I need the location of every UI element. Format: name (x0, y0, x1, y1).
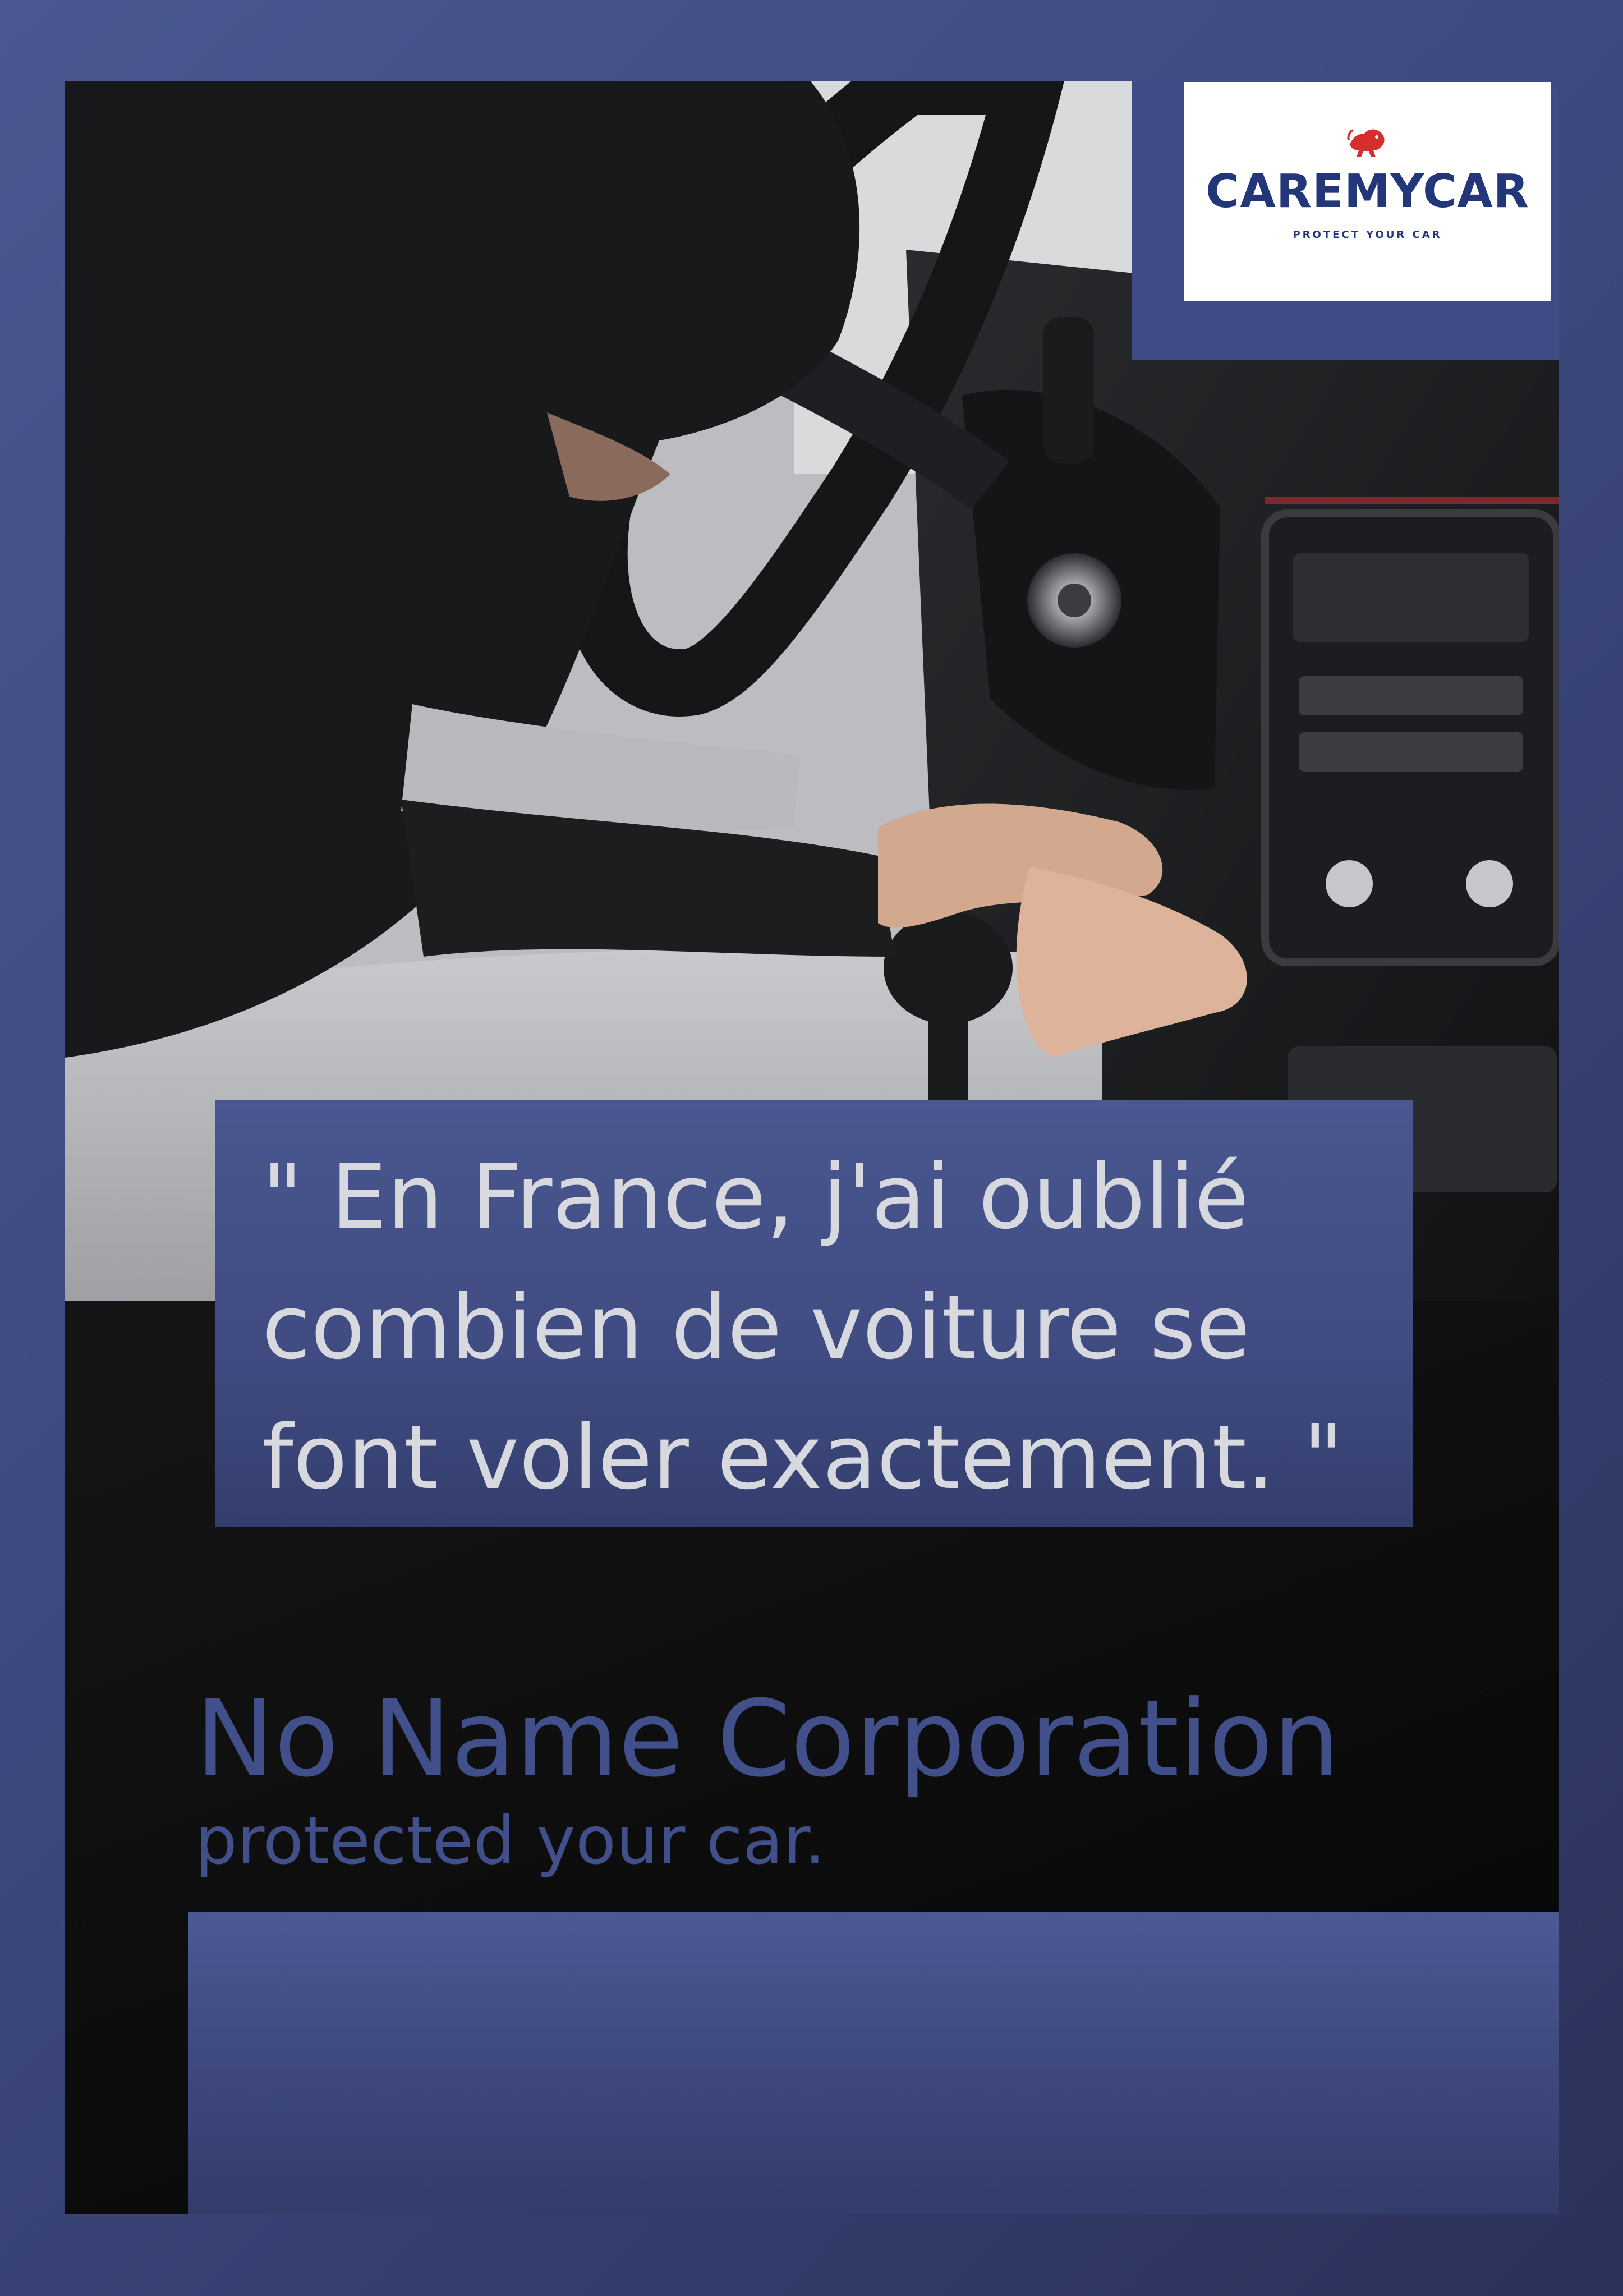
bottom-panel (188, 1912, 1559, 2214)
poster-frame: " En France, j'ai oublié combien de voit… (65, 81, 1559, 2214)
quote-line-3: font voler exactement. " (262, 1406, 1344, 1509)
caremycar-logo: CAREMYCAR PROTECT YOUR CAR (1184, 82, 1551, 301)
quote-box: " En France, j'ai oublié combien de voit… (215, 1100, 1413, 1527)
company-tagline: protected your car. (195, 1802, 826, 1879)
logo-wordmark: CAREMYCAR (1206, 165, 1529, 218)
quote-line-1: " En France, j'ai oublié (262, 1146, 1249, 1249)
logo-tagline: PROTECT YOUR CAR (1293, 229, 1442, 241)
quote-line-2: combien de voiture se (262, 1276, 1250, 1379)
quote-text: " En France, j'ai oublié combien de voit… (262, 1132, 1380, 1523)
company-name: No Name Corporation (195, 1678, 1340, 1801)
lion-icon (1347, 129, 1385, 157)
